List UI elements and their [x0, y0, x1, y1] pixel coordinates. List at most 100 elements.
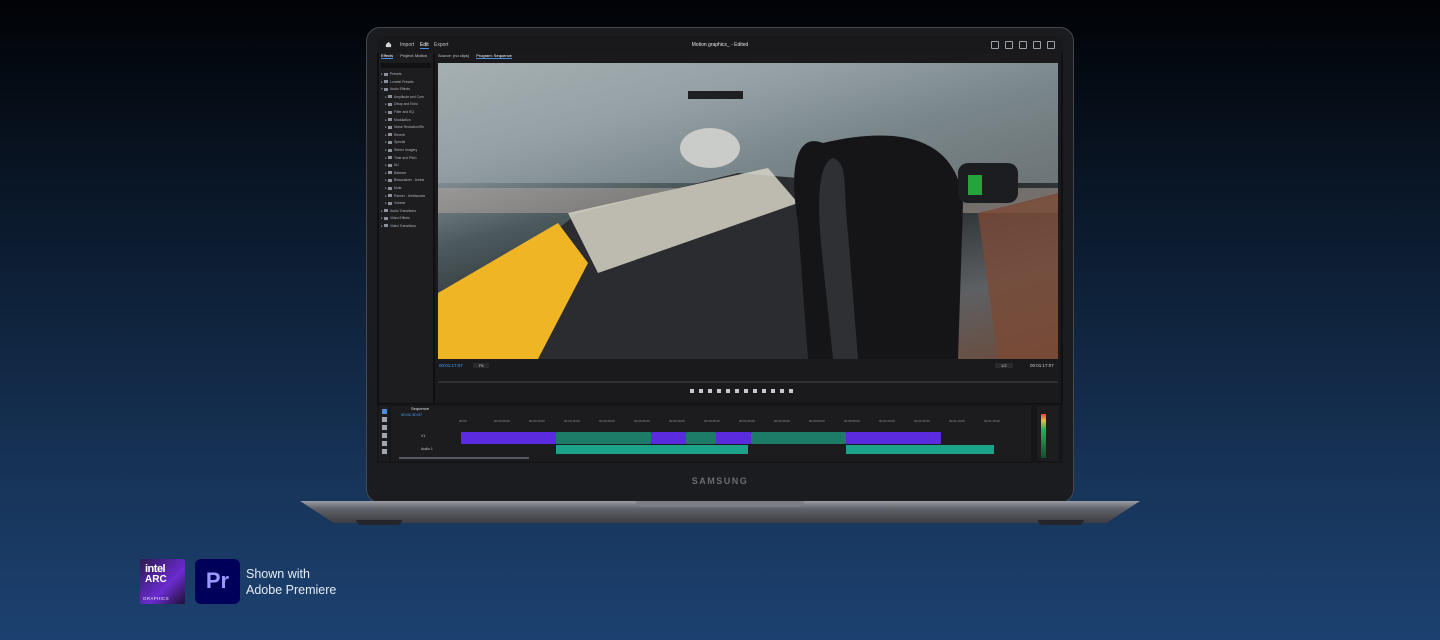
effects-tree-label: Presets: [390, 72, 402, 76]
ruler-tick-label: 00:00:35:00: [704, 419, 720, 423]
slip-icon[interactable]: [381, 441, 387, 446]
laptop-brand: SAMSUNG: [691, 476, 749, 486]
folder-icon: [384, 216, 388, 220]
video-clip[interactable]: [686, 432, 716, 444]
effects-tree-item[interactable]: ▸ Presets: [379, 71, 433, 79]
program-timecode[interactable]: 00:01:17:07: [439, 363, 463, 368]
effects-tree-item[interactable]: ▾ Audio Effects: [379, 86, 433, 94]
tab-project[interactable]: Project: Motion: [400, 53, 427, 58]
effects-tree-item[interactable]: ▸ Special: [379, 139, 433, 147]
compare-icon[interactable]: [789, 389, 793, 393]
folder-icon: [384, 72, 388, 76]
effects-tree-item[interactable]: ▸ Stereo Imagery: [379, 147, 433, 155]
effects-tree-item[interactable]: ▸ Video Transitions: [379, 223, 433, 231]
folder-icon: [388, 102, 392, 106]
out-point-icon[interactable]: [708, 389, 712, 393]
fit-dropdown[interactable]: Fit: [473, 363, 490, 368]
program-scrubber[interactable]: [438, 381, 1058, 383]
effects-tree: ▸ Presets ▸ Lumetri Presets ▾ Audio Effects ▸ A…: [379, 71, 433, 230]
effects-tree-label: Binauralizer - Ambis: [394, 178, 425, 183]
selection-tool-icon[interactable]: [381, 409, 387, 414]
audio-clip[interactable]: [556, 445, 748, 454]
tab-source[interactable]: Source: (no clips): [438, 53, 469, 58]
timeline-timecode[interactable]: 00:01:30:07: [401, 412, 422, 417]
in-point-icon[interactable]: [699, 389, 703, 393]
settings-icon[interactable]: [1033, 41, 1041, 49]
folder-icon: [388, 171, 392, 175]
lift-icon[interactable]: [762, 389, 766, 393]
effects-tree-label: Time and Pitch: [394, 155, 417, 160]
tab-program[interactable]: Program: Sequence: [476, 53, 512, 59]
effects-tree-item[interactable]: ▸ AU: [379, 162, 433, 170]
folder-icon: [388, 118, 392, 122]
ruler-tick-label: 00:01:00:00: [879, 419, 895, 423]
ruler-tick-label: 00:00:25:00: [634, 419, 650, 423]
timeline-zoom-bar[interactable]: [399, 457, 529, 459]
quality-dropdown[interactable]: 1/2: [995, 363, 1013, 368]
effects-search-input[interactable]: [381, 63, 431, 68]
audio-meters: [1037, 406, 1059, 461]
track-select-icon[interactable]: [381, 417, 387, 422]
panel-icon[interactable]: [1019, 41, 1027, 49]
effects-tree-item[interactable]: ▸ Time and Pitch: [379, 155, 433, 163]
effects-tree-item[interactable]: ▸ Noise Reduction/Re: [379, 124, 433, 132]
fullscreen-icon[interactable]: [1047, 41, 1055, 49]
audio-track-label: Audio 1: [421, 447, 433, 451]
effects-tree-label: Audio Effects: [390, 87, 410, 92]
pen-icon[interactable]: [381, 449, 387, 454]
video-clip[interactable]: [846, 432, 941, 444]
effects-tree-label: AU: [394, 163, 399, 168]
workspace-icon[interactable]: [991, 41, 999, 49]
project-title: Motion graphics_ - Edited: [691, 42, 749, 48]
razor-icon[interactable]: [381, 433, 387, 438]
step-forward-icon[interactable]: [744, 389, 748, 393]
sequence-name[interactable]: Sequence: [411, 406, 429, 411]
audio-clip[interactable]: [846, 445, 994, 454]
go-to-out-icon[interactable]: [753, 389, 757, 393]
program-tabs: Source: (no clips) Program: Sequence: [435, 53, 1061, 60]
video-clip[interactable]: [556, 432, 651, 444]
ruler-tick-label: 00:00:10:00: [529, 419, 545, 423]
effects-tree-item[interactable]: ▸ Panner - Ambisonics: [379, 193, 433, 201]
effects-tree-item[interactable]: ▸ Audio Transitions: [379, 208, 433, 216]
share-icon[interactable]: [1005, 41, 1013, 49]
effects-tree-item[interactable]: ▸ Reverb: [379, 132, 433, 140]
effects-tree-label: Modulation: [394, 117, 411, 122]
step-back-icon[interactable]: [726, 389, 730, 393]
effects-tree-item[interactable]: ▸ Binauralizer - Ambis: [379, 177, 433, 185]
effects-tree-item[interactable]: ▸ Modulation: [379, 117, 433, 125]
timeline-panel: Sequence 00:01:30:07 00:00 00:00:05:00 00:…: [377, 404, 1063, 463]
video-preview: [438, 63, 1058, 359]
effects-tree-item[interactable]: ▸ Balance: [379, 170, 433, 178]
video-clip[interactable]: [651, 432, 686, 444]
ripple-edit-icon[interactable]: [381, 425, 387, 430]
effects-tree-label: Stereo Imagery: [394, 147, 418, 152]
folder-icon: [388, 156, 392, 160]
effects-tree-item[interactable]: ▸ Lumetri Presets: [379, 79, 433, 87]
video-clip[interactable]: [716, 432, 751, 444]
folder-icon: [388, 194, 392, 198]
folder-icon: [384, 209, 388, 213]
effects-tree-label: Mute: [394, 185, 402, 190]
effects-tree-item[interactable]: ▸ Mute: [379, 185, 433, 193]
effects-tree-item[interactable]: ▸ Delay and Echo: [379, 101, 433, 109]
sequence-timeline: Sequence 00:01:30:07 00:00 00:00:05:00 00:…: [391, 406, 1031, 461]
video-clip[interactable]: [461, 432, 556, 444]
marker-icon[interactable]: [690, 389, 694, 393]
ruler-tick-label: 00:01:05:00: [914, 419, 930, 423]
extract-icon[interactable]: [771, 389, 775, 393]
duration-timecode: 00:01:17:07: [1030, 363, 1054, 368]
effects-tree-item[interactable]: ▸ Video Effects: [379, 215, 433, 223]
laptop-screen: Import Edit Export Motion graphics_ - Ed…: [377, 36, 1063, 463]
export-frame-icon[interactable]: [780, 389, 784, 393]
folder-icon: [384, 224, 388, 228]
go-to-in-icon[interactable]: [717, 389, 721, 393]
tab-effects[interactable]: Effects: [381, 53, 394, 59]
time-ruler[interactable]: 00:00 00:00:05:00 00:00:10:00 00:00:15:00 00…: [459, 419, 1019, 425]
video-clip[interactable]: [751, 432, 846, 444]
effects-tree-item[interactable]: ▸ Filter and EQ: [379, 109, 433, 117]
play-icon[interactable]: [735, 389, 739, 393]
program-monitor: Source: (no clips) Program: Sequence 00:…: [435, 53, 1061, 403]
effects-tree-item[interactable]: ▸ Amplitude and Com: [379, 94, 433, 102]
effects-tree-item[interactable]: ▸ Volume: [379, 200, 433, 208]
